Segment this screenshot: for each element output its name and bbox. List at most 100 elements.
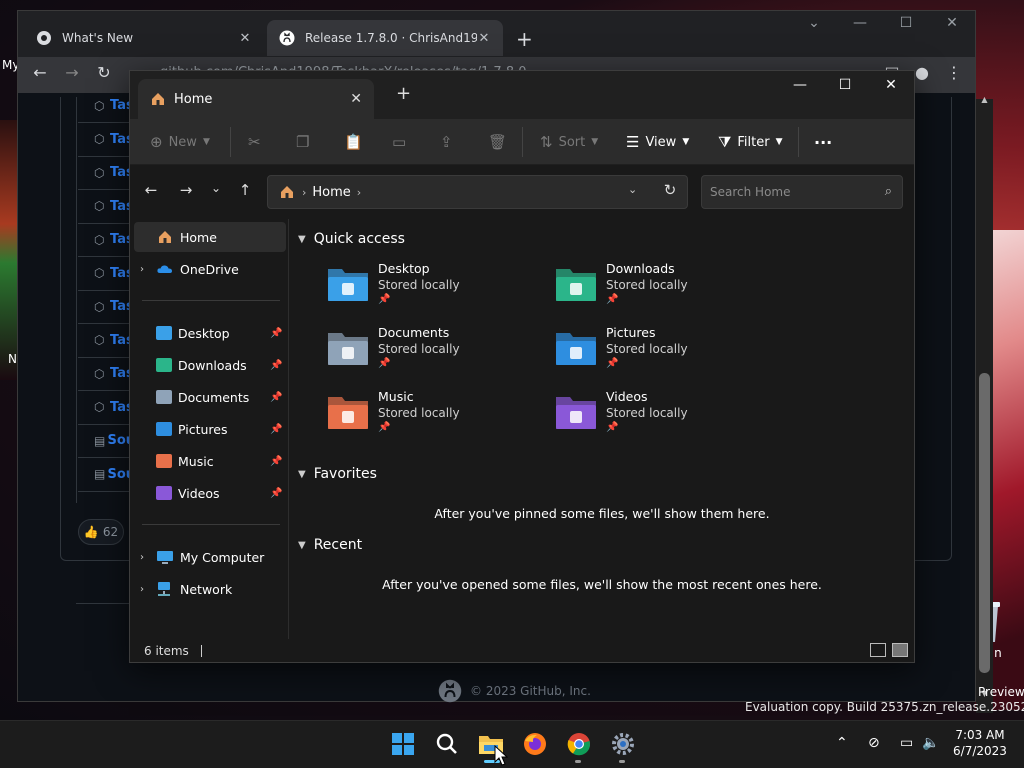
paste-icon[interactable]: 📋 bbox=[344, 119, 363, 165]
new-button[interactable]: ⊕ New ▼ bbox=[150, 119, 210, 165]
refresh-icon[interactable]: ↻ bbox=[658, 181, 682, 199]
nav-item-documents[interactable]: Documents 📌 bbox=[130, 381, 282, 413]
tiles-view-icon[interactable] bbox=[892, 643, 908, 657]
reaction-thumbs-up[interactable]: 👍 62 bbox=[78, 519, 124, 545]
settings-icon[interactable] bbox=[608, 729, 638, 759]
search-icon[interactable]: ⌕ bbox=[885, 184, 892, 199]
desktop-icon-label[interactable]: N bbox=[8, 352, 17, 366]
nav-item-pictures[interactable]: Pictures 📌 bbox=[130, 413, 282, 445]
quick-access-pictures[interactable]: Pictures Stored locally 📌 bbox=[554, 325, 774, 385]
divider bbox=[798, 127, 799, 157]
quick-access-downloads[interactable]: Downloads Stored locally 📌 bbox=[554, 261, 774, 321]
nav-item-videos[interactable]: Videos 📌 bbox=[130, 477, 282, 509]
close-icon[interactable]: ✕ bbox=[932, 15, 972, 31]
pin-icon: 📌 bbox=[378, 358, 391, 369]
expand-icon[interactable]: › bbox=[140, 552, 156, 563]
details-view-icon[interactable] bbox=[870, 643, 886, 657]
quick-access-desktop[interactable]: Desktop Stored locally 📌 bbox=[326, 261, 546, 321]
package-icon: ⬡ bbox=[94, 366, 105, 381]
display-icon[interactable]: ▭ bbox=[900, 735, 913, 751]
show-hidden-icons-icon[interactable]: ⌃ bbox=[836, 735, 848, 751]
view-label: View bbox=[645, 134, 677, 150]
breadcrumb-home[interactable]: Home bbox=[312, 185, 350, 200]
reload-icon[interactable]: ↻ bbox=[92, 61, 116, 85]
expand-icon[interactable]: › bbox=[140, 264, 156, 275]
close-icon[interactable]: ✕ bbox=[238, 31, 252, 46]
tab-search-icon[interactable]: ⌄ bbox=[794, 15, 834, 31]
reaction-count: 62 bbox=[102, 525, 119, 539]
search-icon[interactable] bbox=[432, 729, 462, 759]
clock[interactable]: 7:03 AM 6/7/2023 bbox=[940, 727, 1020, 759]
rename-icon[interactable]: ▭ bbox=[392, 119, 406, 165]
cut-icon[interactable]: ✂ bbox=[248, 119, 261, 165]
nav-item-home[interactable]: Home bbox=[130, 221, 217, 253]
section-quick-access[interactable]: ▼ Quick access bbox=[298, 226, 405, 252]
pane-divider[interactable] bbox=[288, 219, 289, 639]
address-dropdown-icon[interactable]: ⌄ bbox=[628, 183, 637, 196]
recent-locations-icon[interactable]: ⌄ bbox=[204, 181, 228, 195]
download-icon bbox=[156, 358, 172, 372]
divider bbox=[200, 645, 202, 657]
back-icon[interactable]: ← bbox=[139, 181, 163, 199]
chevron-down-icon: ▼ bbox=[202, 137, 210, 147]
nav-item-network[interactable]: › Network bbox=[130, 573, 232, 605]
forward-icon[interactable]: → bbox=[174, 181, 198, 199]
nav-item-my-computer[interactable]: › My Computer bbox=[130, 541, 264, 573]
scrollbar-thumb[interactable] bbox=[979, 373, 990, 673]
explorer-tab-home[interactable]: Home ✕ bbox=[138, 79, 374, 119]
nav-label: Pictures bbox=[178, 421, 228, 437]
view-icon: ☰ bbox=[626, 133, 640, 151]
section-recent[interactable]: ▼ Recent bbox=[298, 532, 362, 558]
pin-icon: 📌 bbox=[270, 487, 283, 499]
tile-name: Pictures bbox=[606, 325, 656, 340]
back-icon[interactable]: ← bbox=[28, 61, 52, 85]
share-icon[interactable]: ⇪ bbox=[440, 119, 453, 165]
file-zip-icon: ▤ bbox=[94, 467, 106, 481]
chevron-right-icon[interactable]: › bbox=[357, 186, 361, 199]
chrome-icon[interactable] bbox=[564, 729, 594, 759]
forward-icon[interactable]: → bbox=[60, 61, 84, 85]
quick-access-music[interactable]: Music Stored locally 📌 bbox=[326, 389, 546, 449]
more-options-button[interactable]: ··· bbox=[814, 119, 832, 165]
quick-access-documents[interactable]: Documents Stored locally 📌 bbox=[326, 325, 546, 385]
up-icon[interactable]: ↑ bbox=[233, 181, 257, 199]
github-icon[interactable] bbox=[438, 679, 462, 703]
search-input[interactable] bbox=[710, 185, 870, 199]
firefox-icon[interactable] bbox=[520, 729, 550, 759]
thumbs-up-icon: 👍 bbox=[83, 525, 99, 539]
start-icon[interactable] bbox=[388, 729, 418, 759]
close-icon[interactable]: ✕ bbox=[868, 77, 914, 93]
close-icon[interactable]: ✕ bbox=[350, 91, 362, 107]
maximize-icon[interactable]: ☐ bbox=[822, 77, 868, 93]
nav-item-desktop[interactable]: Desktop 📌 bbox=[130, 317, 282, 349]
chrome-tab-whats-new[interactable]: What's New ✕ bbox=[24, 20, 264, 56]
expand-icon[interactable]: › bbox=[140, 584, 156, 595]
nav-item-downloads[interactable]: Downloads 📌 bbox=[130, 349, 282, 381]
network-disconnected-icon[interactable]: ⊘ bbox=[868, 735, 880, 751]
scroll-up-icon[interactable]: ▲ bbox=[976, 95, 993, 104]
close-icon[interactable]: ✕ bbox=[477, 31, 491, 46]
copy-icon[interactable]: ❐ bbox=[296, 119, 309, 165]
minimize-icon[interactable]: — bbox=[840, 15, 880, 31]
pin-icon: 📌 bbox=[606, 422, 619, 433]
maximize-icon[interactable]: ☐ bbox=[886, 15, 926, 31]
quick-access-videos[interactable]: Videos Stored locally 📌 bbox=[554, 389, 774, 449]
delete-icon[interactable]: 🗑 bbox=[488, 119, 507, 165]
sort-button[interactable]: ⇅ Sort ▼ bbox=[540, 119, 598, 165]
nav-item-onedrive[interactable]: › OneDrive bbox=[130, 253, 239, 285]
volume-icon[interactable]: 🔈 bbox=[922, 735, 939, 751]
chrome-tab-release[interactable]: Release 1.7.8.0 · ChrisAnd1998/Ta ✕ bbox=[267, 20, 503, 56]
pin-icon: 📌 bbox=[270, 359, 283, 371]
nav-item-music[interactable]: Music 📌 bbox=[130, 445, 282, 477]
package-icon: ⬡ bbox=[94, 266, 105, 280]
filter-button[interactable]: ⧩ Filter ▼ bbox=[718, 119, 783, 165]
address-bar[interactable]: › Home › ⌄ bbox=[267, 175, 688, 209]
view-button[interactable]: ☰ View ▼ bbox=[626, 119, 689, 165]
new-tab-icon[interactable]: + bbox=[516, 27, 533, 51]
new-tab-icon[interactable]: + bbox=[396, 83, 411, 104]
menu-icon[interactable]: ⋮ bbox=[942, 61, 966, 85]
package-icon: ⬡ bbox=[94, 199, 105, 213]
minimize-icon[interactable]: — bbox=[777, 77, 823, 93]
section-favorites[interactable]: ▼ Favorites bbox=[298, 461, 377, 487]
search-box[interactable]: ⌕ bbox=[701, 175, 903, 209]
